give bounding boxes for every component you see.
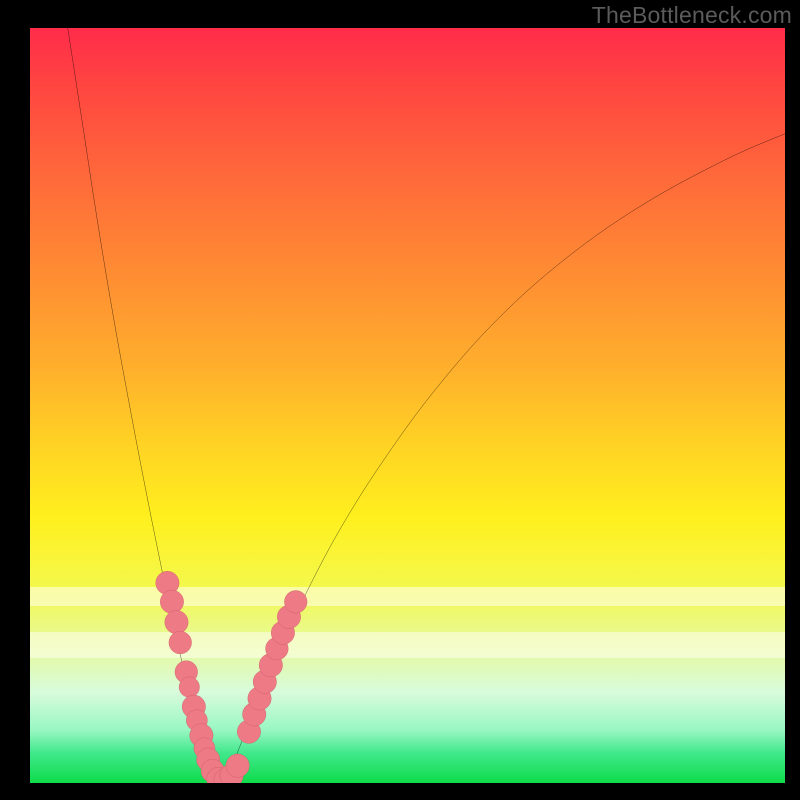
watermark-text: TheBottleneck.com (592, 2, 792, 29)
bead-left-15 (226, 754, 249, 777)
bead-left-1 (160, 590, 183, 613)
bead-right-8 (284, 590, 307, 613)
plot-area (30, 28, 785, 783)
chart-frame: TheBottleneck.com (0, 0, 800, 800)
curve-right-branch (219, 134, 785, 783)
curve-layer (30, 28, 785, 783)
bead-left-3 (169, 631, 192, 654)
bead-left-2 (165, 610, 188, 633)
bead-left-5 (179, 677, 199, 697)
